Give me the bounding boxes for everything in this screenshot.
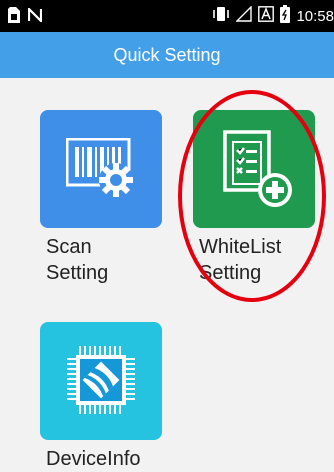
status-left-icons xyxy=(8,6,43,28)
device-info-label: DeviceInfo xyxy=(46,448,141,470)
scan-setting-icon-box[interactable] xyxy=(40,110,162,228)
list-add-icon xyxy=(223,130,295,213)
page-title: Quick Setting xyxy=(113,44,221,65)
n-icon xyxy=(27,6,43,27)
status-right-icons: 10:58 xyxy=(212,5,334,27)
whitelist-setting-icon-box[interactable] xyxy=(193,110,315,228)
clock: 10:58 xyxy=(296,7,334,25)
whitelist-setting-label: WhiteList Setting xyxy=(199,236,282,284)
sim-icon xyxy=(8,7,20,28)
vibrate-icon xyxy=(212,6,230,26)
chip-icon xyxy=(65,344,137,421)
barcode-gear-icon xyxy=(65,137,138,205)
battery-icon xyxy=(280,5,291,27)
device-info-icon-box[interactable] xyxy=(40,322,162,440)
signal-icon xyxy=(235,5,253,26)
tile-device-info[interactable]: DeviceInfo xyxy=(40,322,162,472)
tile-whitelist-setting[interactable]: WhiteList Setting xyxy=(193,110,315,286)
tile-scan-setting[interactable]: Scan Setting xyxy=(40,110,162,286)
scan-setting-label: Scan Setting xyxy=(46,236,109,284)
status-bar: 10:58 xyxy=(0,0,334,32)
app-bar: Quick Setting xyxy=(0,32,334,78)
a-icon xyxy=(258,6,275,26)
